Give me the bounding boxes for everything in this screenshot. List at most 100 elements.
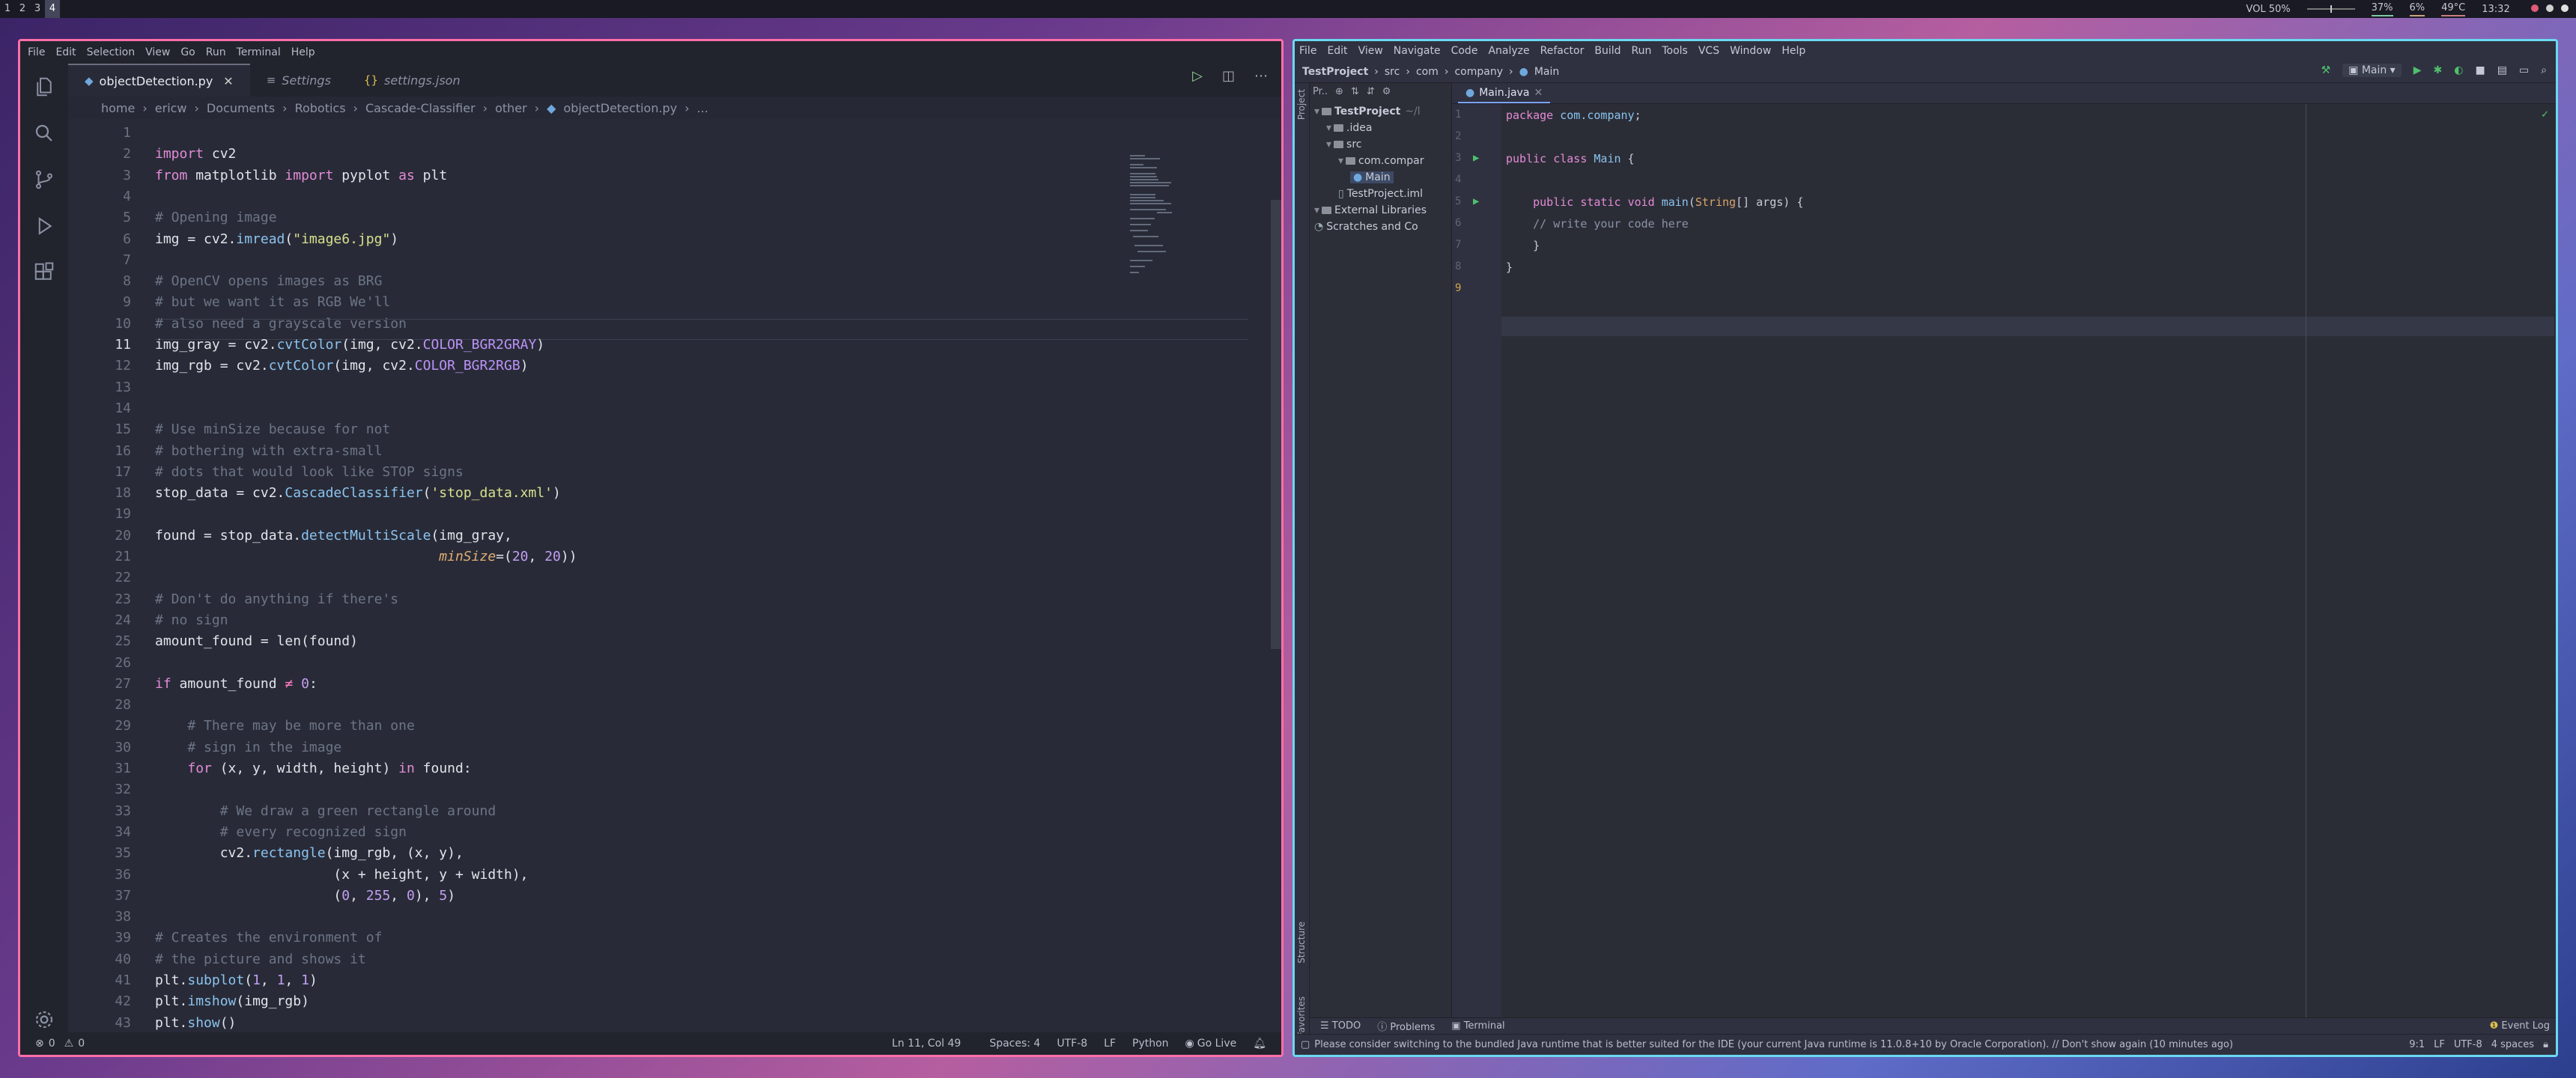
line-ending[interactable]: LF bbox=[1104, 1038, 1116, 1050]
warnings-count[interactable]: 0 bbox=[78, 1038, 85, 1050]
problems-tab[interactable]: ⓘ Problems bbox=[1377, 1019, 1435, 1033]
search-icon[interactable] bbox=[32, 122, 56, 146]
java-editor[interactable]: package com.company; public class Main { … bbox=[1501, 104, 2554, 1034]
editor-scrollbar[interactable] bbox=[1271, 200, 1281, 649]
nav-main[interactable]: Main bbox=[1534, 66, 1559, 78]
power-icon[interactable] bbox=[2561, 4, 2569, 12]
chevron-down-icon[interactable]: ▾ bbox=[1338, 155, 1343, 167]
go-live-button[interactable]: Go Live bbox=[1197, 1038, 1236, 1050]
run-debug-icon[interactable] bbox=[32, 215, 56, 239]
menu-run[interactable]: Run bbox=[206, 46, 226, 58]
menu-edit[interactable]: Edit bbox=[1327, 45, 1347, 57]
volume-knob[interactable] bbox=[2330, 5, 2332, 13]
minimap[interactable] bbox=[1130, 152, 1212, 279]
indent-setting[interactable]: 4 spaces bbox=[2491, 1039, 2534, 1050]
terminal-tab[interactable]: ▣ Terminal bbox=[1451, 1020, 1504, 1032]
build-hammer-icon[interactable]: ⚒ bbox=[2321, 64, 2331, 76]
menu-vcs[interactable]: VCS bbox=[1698, 45, 1719, 57]
debug-icon[interactable]: ✱ bbox=[2434, 64, 2443, 76]
locate-icon[interactable]: ⊕ bbox=[1335, 86, 1343, 97]
run-config-select[interactable]: ▣ Main ▾ bbox=[2342, 64, 2402, 77]
expand-all-icon[interactable]: ⇅ bbox=[1351, 86, 1359, 97]
network-icon[interactable] bbox=[2545, 4, 2554, 12]
menu-terminal[interactable]: Terminal bbox=[237, 46, 281, 58]
status-message[interactable]: Please consider switching to the bundled… bbox=[1314, 1039, 2233, 1050]
problems-count[interactable]: 0 bbox=[49, 1038, 55, 1050]
warnings-icon[interactable]: ⚠ bbox=[64, 1038, 74, 1050]
run-gutter-icon[interactable]: ▶ bbox=[1473, 152, 1479, 164]
file-encoding[interactable]: UTF-8 bbox=[2454, 1039, 2482, 1050]
workspace-4[interactable]: 4 bbox=[45, 0, 60, 18]
menu-view[interactable]: View bbox=[1358, 45, 1383, 57]
project-view-select[interactable]: Pr.. bbox=[1313, 86, 1328, 97]
chevron-down-icon[interactable]: ▾ bbox=[1314, 106, 1319, 118]
nav-project[interactable]: TestProject bbox=[1302, 66, 1368, 78]
menu-run[interactable]: Run bbox=[1632, 45, 1652, 57]
more-actions-icon[interactable]: ⋯ bbox=[1254, 68, 1268, 84]
explorer-icon[interactable] bbox=[32, 76, 56, 100]
nav-com[interactable]: com bbox=[1416, 66, 1439, 78]
split-editor-icon[interactable]: ◫ bbox=[1222, 68, 1235, 84]
chevron-down-icon[interactable]: ▾ bbox=[1326, 138, 1331, 150]
tree-item-src[interactable]: ▾ src bbox=[1326, 138, 1361, 150]
volume-slider[interactable] bbox=[2306, 5, 2355, 13]
encoding[interactable]: UTF-8 bbox=[1057, 1038, 1087, 1050]
breadcrumb-item[interactable]: Cascade-Classifier bbox=[365, 101, 476, 115]
notifications-bell-icon[interactable]: 🔔︎ bbox=[1253, 1038, 1266, 1050]
menu-window[interactable]: Window bbox=[1730, 45, 1771, 57]
menu-help[interactable]: Help bbox=[291, 46, 315, 58]
run-icon[interactable]: ▶ bbox=[2414, 64, 2422, 76]
workspace-2[interactable]: 2 bbox=[15, 0, 30, 18]
project-tool-label[interactable]: Project bbox=[1296, 89, 1307, 120]
run-file-icon[interactable]: ▷ bbox=[1192, 68, 1203, 84]
tree-item--idea[interactable]: ▾ .idea bbox=[1326, 122, 1372, 134]
chevron-down-icon[interactable]: ▾ bbox=[1326, 122, 1331, 134]
tab-main-java[interactable]: ● Main.java ✕ bbox=[1458, 83, 1551, 103]
inspection-ok-icon[interactable]: ✓ bbox=[2542, 107, 2548, 121]
stop-icon[interactable]: ■ bbox=[2475, 64, 2485, 76]
project-structure-icon[interactable]: ▤ bbox=[2497, 64, 2507, 76]
nav-src[interactable]: src bbox=[1385, 66, 1400, 78]
tree-item-scratches-and-co[interactable]: ◔ Scratches and Co bbox=[1314, 221, 1418, 233]
menu-navigate[interactable]: Navigate bbox=[1394, 45, 1441, 57]
extensions-icon[interactable] bbox=[32, 261, 56, 285]
options-gear-icon[interactable]: ⚙ bbox=[1382, 86, 1391, 97]
layout-icon[interactable]: ▭ bbox=[2519, 64, 2529, 76]
structure-tool-label[interactable]: Structure bbox=[1296, 922, 1307, 963]
cursor-position[interactable]: Ln 11, Col 49 bbox=[892, 1038, 961, 1050]
workspace-3[interactable]: 3 bbox=[30, 0, 45, 18]
tree-item-testproject[interactable]: ▾ TestProject ~/l bbox=[1314, 106, 1421, 118]
code-editor[interactable]: 1 2 import cv2 3 from matplotlib import pypl… bbox=[68, 119, 1281, 1052]
menu-view[interactable]: View bbox=[145, 46, 170, 58]
app-tray-icon[interactable] bbox=[2530, 4, 2539, 12]
menu-file[interactable]: File bbox=[28, 46, 45, 58]
menu-tools[interactable]: Tools bbox=[1662, 45, 1688, 57]
tree-item-main[interactable]: ● Main bbox=[1350, 171, 1394, 183]
close-icon[interactable]: ✕ bbox=[1534, 87, 1543, 99]
caret-position[interactable]: 9:1 bbox=[2409, 1039, 2425, 1050]
lock-icon[interactable]: 🔒︎ bbox=[2543, 1039, 2548, 1050]
manage-gear-icon[interactable] bbox=[32, 1008, 56, 1032]
todo-tab[interactable]: ☰ TODO bbox=[1320, 1020, 1361, 1032]
breadcrumb-item[interactable]: ericw bbox=[155, 101, 187, 115]
menu-refactor[interactable]: Refactor bbox=[1540, 45, 1585, 57]
run-gutter-icon[interactable]: ▶ bbox=[1473, 195, 1479, 207]
workspace-1[interactable]: 1 bbox=[0, 0, 15, 18]
event-log-button[interactable]: ❶ Event Log bbox=[2490, 1020, 2550, 1032]
tab-settings[interactable]: ≡ Settings bbox=[250, 64, 347, 97]
menu-go[interactable]: Go bbox=[180, 46, 195, 58]
favorites-tool-label[interactable]: Favorites bbox=[1296, 996, 1307, 1037]
breadcrumb-item[interactable]: objectDetection.py bbox=[563, 101, 677, 115]
close-icon[interactable]: ✕ bbox=[223, 74, 233, 88]
menu-help[interactable]: Help bbox=[1781, 45, 1805, 57]
menu-edit[interactable]: Edit bbox=[55, 46, 76, 58]
breadcrumb-item[interactable]: ... bbox=[697, 101, 708, 115]
tree-item-testproject-iml[interactable]: ▯ TestProject.iml bbox=[1338, 188, 1423, 200]
menu-analyze[interactable]: Analyze bbox=[1488, 45, 1529, 57]
menu-selection[interactable]: Selection bbox=[87, 46, 136, 58]
search-everywhere-icon[interactable]: ⌕ bbox=[2541, 64, 2547, 76]
menu-file[interactable]: File bbox=[1299, 45, 1316, 57]
tab-settings-json[interactable]: {} settings.json bbox=[347, 64, 477, 97]
tree-item-com-compar[interactable]: ▾ com.compar bbox=[1338, 155, 1424, 167]
chevron-down-icon[interactable]: ▾ bbox=[1314, 204, 1319, 216]
